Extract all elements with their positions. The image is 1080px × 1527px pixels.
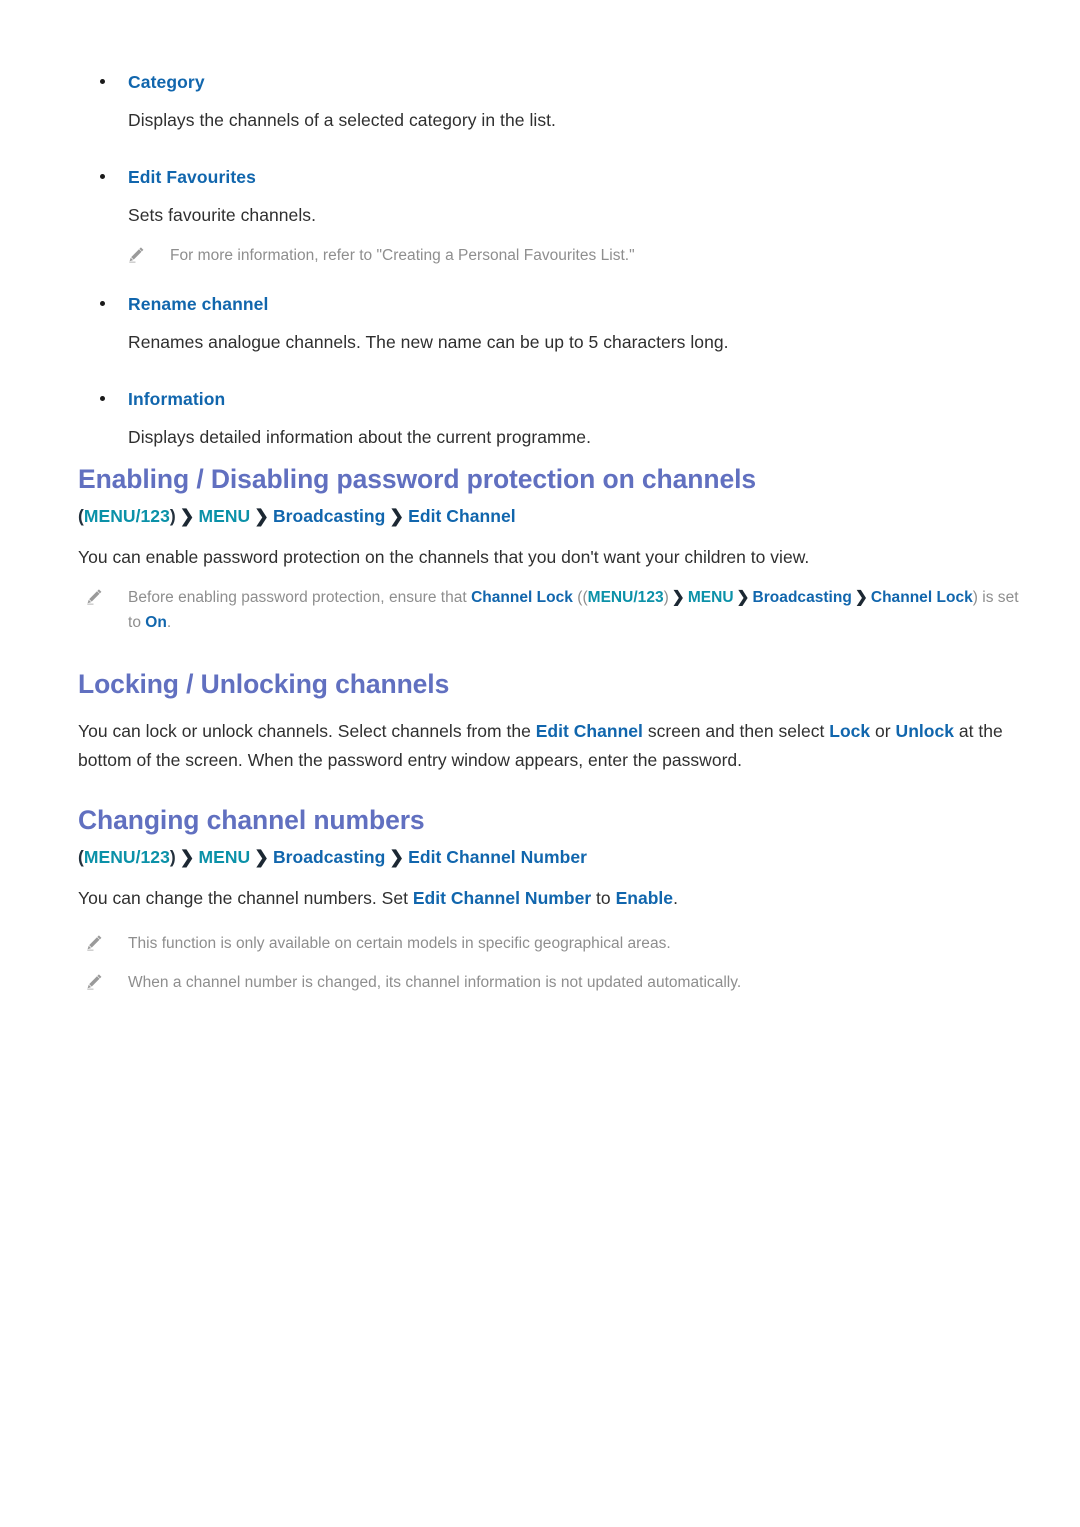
pencil-icon [128, 246, 145, 263]
section-changing-channel-numbers: Changing channel numbers (MENU/123) ❯ MENU… [78, 803, 1028, 995]
bullet-dot-icon [100, 301, 105, 306]
breadcrumb-close-paren: ) [169, 506, 176, 526]
option-description-category: Displays the channels of a selected cate… [128, 110, 556, 130]
link-edit-channel: Edit Channel [535, 721, 643, 741]
paragraph-locking-unlocking: You can lock or unlock channels. Select … [78, 717, 1028, 775]
note-model-availability: This function is only available on certa… [78, 931, 1028, 956]
option-description-information: Displays detailed information about the … [128, 427, 591, 447]
note-on-value: On [145, 614, 167, 631]
bullet-dot-icon [100, 79, 105, 84]
chevron-right-icon: ❯ [736, 589, 750, 606]
breadcrumb-close-paren: ) [169, 847, 176, 867]
breadcrumb-password-protection: (MENU/123) ❯ MENU ❯ Broadcasting ❯ Edit Channe… [78, 503, 1023, 529]
option-label-information: Information [128, 389, 226, 409]
breadcrumb-changing-channel-numbers: (MENU/123) ❯ MENU ❯ Broadcasting ❯ Edit Channe… [78, 844, 1028, 870]
chevron-right-icon: ❯ [854, 589, 868, 606]
note-channel-lock-label-2: Channel Lock [870, 589, 973, 606]
option-description-rename-channel: Renames analogue channels. The new name … [128, 332, 729, 352]
chevron-right-icon: ❯ [179, 847, 195, 867]
note-menu: MENU [687, 589, 734, 606]
pencil-icon [86, 973, 103, 990]
para-part-2: screen and then select [642, 721, 830, 741]
pencil-icon [86, 588, 103, 605]
chevron-right-icon: ❯ [254, 506, 269, 526]
note-text: For more information, refer to "Creating… [170, 247, 635, 264]
breadcrumb-menu123: MENU/123 [83, 506, 170, 526]
para-part-3: . [673, 888, 678, 908]
breadcrumb-broadcasting: Broadcasting [272, 506, 386, 526]
link-edit-channel-number: Edit Channel Number [412, 888, 592, 908]
channel-options-list: Category Displays the channels of a sele… [78, 68, 1018, 451]
note-broadcasting: Broadcasting [752, 589, 852, 606]
para-part-3: or [870, 721, 896, 741]
note-favourites: For more information, refer to "Creating… [120, 243, 1018, 268]
list-item: Rename channel [78, 290, 1018, 318]
breadcrumb-broadcasting: Broadcasting [272, 847, 386, 867]
option-label-rename-channel: Rename channel [128, 294, 269, 314]
note-open-parens: (( [572, 589, 588, 606]
option-label-category: Category [128, 72, 205, 92]
section-locking-unlocking: Locking / Unlocking channels You can loc… [78, 667, 1028, 775]
note-end: . [166, 614, 172, 631]
page-title-locking-unlocking: Locking / Unlocking channels [78, 669, 450, 699]
link-lock: Lock [829, 721, 871, 741]
para-part-1: You can lock or unlock channels. Select … [78, 721, 536, 741]
paragraph-password-protection: You can enable password protection on th… [78, 547, 810, 567]
note-channel-lock: Before enabling password protection, ens… [78, 585, 1023, 635]
list-item: Category [78, 68, 1018, 96]
breadcrumb-menu: MENU [198, 506, 251, 526]
page-title-changing-channel-numbers: Changing channel numbers [78, 805, 425, 835]
document-page: Category Displays the channels of a sele… [0, 0, 1080, 1527]
breadcrumb-target: Edit Channel [408, 506, 516, 526]
note-channel-lock-label: Channel Lock [471, 589, 573, 606]
note-text: When a channel number is changed, its ch… [128, 974, 742, 991]
note-text: This function is only available on certa… [128, 935, 671, 952]
breadcrumb-menu: MENU [198, 847, 251, 867]
chevron-right-icon: ❯ [254, 847, 269, 867]
section-password-protection: Enabling / Disabling password protection… [78, 462, 1023, 635]
option-label-edit-favourites: Edit Favourites [128, 167, 256, 187]
para-part-1: You can change the channel numbers. Set [78, 888, 413, 908]
chevron-right-icon: ❯ [389, 847, 405, 867]
note-menu123: MENU/123 [587, 589, 664, 606]
link-enable: Enable [615, 888, 674, 908]
paragraph-changing-channel-numbers: You can change the channel numbers. Set … [78, 884, 1028, 913]
pencil-icon [86, 934, 103, 951]
para-part-2: to [591, 888, 616, 908]
note-lead: Before enabling password protection, ens… [128, 589, 472, 606]
note-channel-info-update: When a channel number is changed, its ch… [78, 970, 1028, 995]
bullet-dot-icon [100, 396, 105, 401]
chevron-right-icon: ❯ [671, 589, 685, 606]
breadcrumb-menu123: MENU/123 [83, 847, 170, 867]
page-title-password-protection: Enabling / Disabling password protection… [78, 464, 756, 494]
bullet-dot-icon [100, 174, 105, 179]
list-item: Information [78, 385, 1018, 413]
option-description-edit-favourites: Sets favourite channels. [128, 205, 316, 225]
list-item: Edit Favourites [78, 163, 1018, 191]
breadcrumb-target: Edit Channel Number [408, 847, 587, 867]
link-unlock: Unlock [895, 721, 955, 741]
note-text: Before enabling password protection, ens… [128, 585, 1023, 635]
chevron-right-icon: ❯ [389, 506, 405, 526]
chevron-right-icon: ❯ [179, 506, 195, 526]
